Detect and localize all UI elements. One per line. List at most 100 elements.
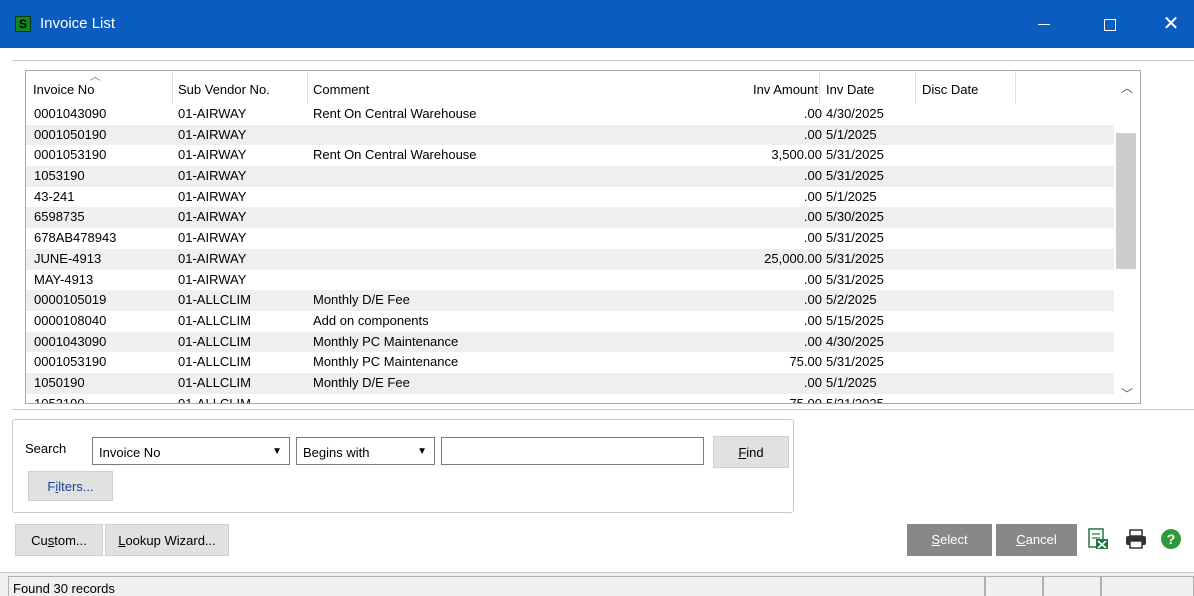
scroll-down-icon[interactable]: ﹀ <box>1114 385 1140 402</box>
cell-invoice-no: 0001053190 <box>34 147 107 163</box>
cell-sub-vendor: 01-AIRWAY <box>178 250 247 266</box>
table-row[interactable]: 678AB478943 01-AIRWAY .00 5/31/2025 <box>26 228 1116 249</box>
grid-rows: 0001043090 01-AIRWAY Rent On Central Wareh… <box>26 104 1116 404</box>
cell-comment: Monthly D/E Fee <box>313 374 410 390</box>
table-row[interactable]: 0000108040 01-ALLCLIM Add on components .00… <box>26 311 1116 332</box>
maximize-icon <box>1104 18 1116 31</box>
find-button[interactable]: Find <box>713 436 789 468</box>
cell-inv-amount: .00 <box>803 126 822 142</box>
table-row[interactable]: 0000105019 01-ALLCLIM Monthly D/E Fee .00 5/… <box>26 290 1116 311</box>
table-row[interactable]: 0001053190 01-AIRWAY Rent On Central Wareh… <box>26 145 1116 166</box>
search-input[interactable] <box>441 437 704 465</box>
scroll-thumb[interactable] <box>1116 133 1136 269</box>
invoice-grid-panel: ︿ Invoice No Sub Vendor No. Comment Inv … <box>12 60 1194 410</box>
table-row[interactable]: 6598735 01-AIRWAY .00 5/30/2025 <box>26 207 1116 229</box>
wizard-label-post: ookup Wizard... <box>125 533 216 548</box>
cell-inv-date: 5/1/2025 <box>826 374 877 390</box>
column-header-label: Invoice No <box>33 82 95 97</box>
cell-inv-amount: 75.00 <box>789 395 822 404</box>
cell-inv-date: 4/30/2025 <box>826 106 884 121</box>
column-header-sub-vendor[interactable]: Sub Vendor No. <box>173 71 308 104</box>
close-button[interactable]: ✕ <box>1148 0 1194 48</box>
cell-sub-vendor: 01-AIRWAY <box>178 126 247 142</box>
help-icon[interactable]: ? <box>1160 528 1182 550</box>
cell-inv-date: 5/31/2025 <box>826 271 884 287</box>
sort-ascending-icon: ︿ <box>90 72 100 83</box>
excel-export-icon[interactable] <box>1087 528 1109 550</box>
column-header-inv-date[interactable]: Inv Date <box>820 71 916 104</box>
cell-inv-date: 5/31/2025 <box>826 147 884 163</box>
cell-invoice-no: 678AB478943 <box>34 230 117 246</box>
dropdown-arrow-icon: ▼ <box>272 446 282 457</box>
invoice-grid[interactable]: ︿ Invoice No Sub Vendor No. Comment Inv … <box>25 70 1141 404</box>
table-row[interactable]: JUNE-4913 01-AIRWAY 25,000.00 5/31/2025 <box>26 248 1116 270</box>
cell-invoice-no: 0001043090 <box>34 333 107 349</box>
window-title: Invoice List <box>40 15 116 32</box>
table-row[interactable]: 1053190 01-AIRWAY .00 5/31/2025 <box>26 166 1116 187</box>
cell-sub-vendor: 01-ALLCLIM <box>178 354 251 370</box>
table-row[interactable]: 0001043090 01-ALLCLIM Monthly PC Maintenan… <box>26 331 1116 353</box>
table-row[interactable]: 0001050190 01-AIRWAY .00 5/1/2025 <box>26 124 1116 146</box>
status-segment-1 <box>985 576 1043 596</box>
search-panel <box>12 419 794 513</box>
close-icon: ✕ <box>1162 13 1180 35</box>
cell-comment: Monthly D/E Fee <box>313 292 410 308</box>
table-row[interactable]: 1050190 01-ALLCLIM Monthly D/E Fee .00 5/1/2… <box>26 372 1116 394</box>
cell-sub-vendor: 01-ALLCLIM <box>178 333 251 349</box>
dropdown-arrow-icon: ▼ <box>417 446 427 457</box>
minimize-icon <box>1038 23 1050 26</box>
scroll-up-icon[interactable]: ︿ <box>1114 79 1140 96</box>
cell-comment: Add on components <box>313 312 429 328</box>
table-row[interactable]: MAY-4913 01-AIRWAY .00 5/31/2025 <box>26 270 1116 291</box>
table-row[interactable]: 43-241 01-AIRWAY .00 5/1/2025 <box>26 187 1116 208</box>
cell-inv-date: 5/31/2025 <box>826 354 884 370</box>
cell-inv-date: 5/31/2025 <box>826 230 884 246</box>
cell-sub-vendor: 01-AIRWAY <box>178 147 247 163</box>
cell-invoice-no: 0001053190 <box>34 354 107 370</box>
cell-inv-amount: .00 <box>803 271 822 287</box>
cell-inv-amount: .00 <box>803 312 822 328</box>
column-header-disc-date[interactable]: Disc Date <box>916 71 1016 104</box>
maximize-button[interactable] <box>1087 0 1133 48</box>
table-row[interactable]: 1053190 01-ALLCLIM 75.00 5/31/2025 <box>26 394 1116 404</box>
cell-invoice-no: 6598735 <box>34 209 85 225</box>
vertical-scrollbar[interactable]: ︿ ﹀ <box>1114 71 1140 403</box>
cell-sub-vendor: 01-ALLCLIM <box>178 395 251 404</box>
cell-inv-date: 5/31/2025 <box>826 395 884 404</box>
custom-button[interactable]: Custom... <box>15 524 103 556</box>
cell-inv-date: 5/30/2025 <box>826 209 884 225</box>
cell-comment: Monthly PC Maintenance <box>313 354 459 370</box>
column-header-label: Inv Date <box>826 82 875 97</box>
cell-inv-amount: 75.00 <box>789 354 822 370</box>
cell-invoice-no: 0000108040 <box>34 312 107 328</box>
cell-inv-amount: .00 <box>803 333 822 349</box>
cell-inv-date: 5/1/2025 <box>826 188 877 204</box>
title-bar: S Invoice List ✕ <box>0 0 1194 48</box>
column-header-inv-amount[interactable]: Inv Amount <box>720 71 820 104</box>
find-label-post: ind <box>746 445 764 460</box>
lookup-wizard-button[interactable]: Lookup Wizard... <box>105 524 229 556</box>
search-field-dropdown[interactable]: Invoice No ▼ <box>92 437 290 465</box>
search-operator-dropdown[interactable]: Begins with ▼ <box>296 437 435 465</box>
cancel-button[interactable]: Cancel <box>996 524 1077 556</box>
cell-invoice-no: 0001050190 <box>34 126 107 142</box>
column-header-invoice-no[interactable]: ︿ Invoice No <box>26 71 173 104</box>
cell-inv-date: 5/2/2025 <box>826 292 877 308</box>
column-header-label: Comment <box>313 82 370 97</box>
table-row[interactable]: 0001043090 01-AIRWAY Rent On Central Wareh… <box>26 104 1116 125</box>
cell-sub-vendor: 01-AIRWAY <box>178 168 247 184</box>
status-segment-2 <box>1043 576 1101 596</box>
cancel-label-accel: C <box>1016 532 1026 547</box>
select-label-accel: S <box>931 532 941 547</box>
cell-inv-amount: 3,500.00 <box>771 147 822 163</box>
cell-invoice-no: 1053190 <box>34 168 85 184</box>
search-field-value: Invoice No <box>99 445 161 460</box>
sage-app-icon: S <box>15 16 31 32</box>
column-header-label: Sub Vendor No. <box>178 82 270 97</box>
print-icon[interactable] <box>1124 528 1148 550</box>
select-button[interactable]: Select <box>907 524 992 556</box>
minimize-button[interactable] <box>1021 0 1067 48</box>
table-row[interactable]: 0001053190 01-ALLCLIM Monthly PC Maintenan… <box>26 352 1116 373</box>
filters-button[interactable]: Filters... <box>28 471 113 501</box>
cell-inv-amount: .00 <box>803 209 822 225</box>
